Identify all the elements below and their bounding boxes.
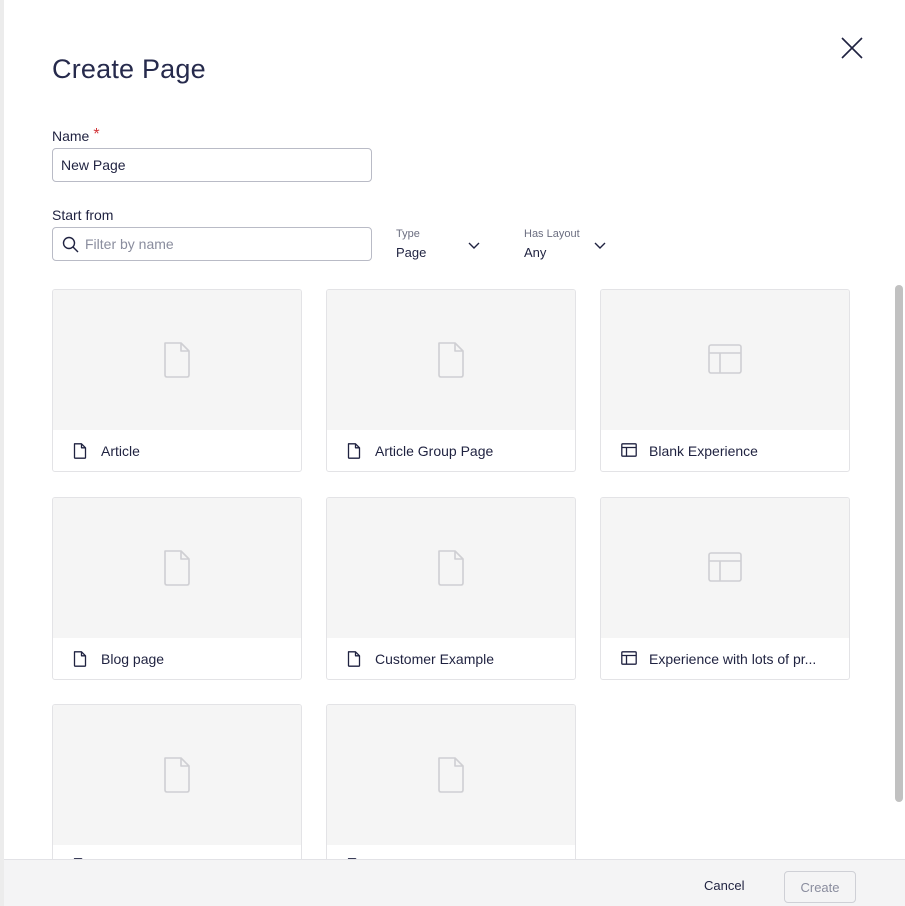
layout-icon bbox=[621, 651, 637, 665]
template-card-experience-with-lots[interactable]: Experience with lots of pr... bbox=[600, 497, 850, 680]
template-card-label: Blog page bbox=[101, 651, 165, 667]
template-card-label: Experience with lots of pr... bbox=[649, 651, 817, 667]
layout-icon bbox=[708, 344, 742, 374]
page-icon bbox=[164, 757, 190, 793]
name-label: Name * bbox=[52, 126, 100, 146]
page-icon bbox=[438, 550, 464, 586]
template-thumbnail bbox=[53, 290, 301, 430]
page-icon bbox=[73, 443, 87, 459]
template-thumbnail bbox=[601, 498, 849, 638]
page-icon bbox=[438, 757, 464, 793]
cancel-button[interactable]: Cancel bbox=[704, 878, 744, 893]
start-from-label: Start from bbox=[52, 207, 114, 223]
page-icon bbox=[73, 651, 87, 667]
chevron-down-icon bbox=[594, 242, 606, 249]
filter-search-input[interactable] bbox=[85, 228, 365, 260]
create-button[interactable]: Create bbox=[784, 871, 856, 903]
type-dropdown-label: Type bbox=[396, 228, 420, 240]
layout-icon bbox=[621, 443, 637, 457]
page-icon bbox=[438, 342, 464, 378]
chevron-down-icon bbox=[468, 242, 480, 249]
layout-icon bbox=[708, 552, 742, 582]
has-layout-dropdown[interactable]: Has Layout Any bbox=[524, 228, 614, 260]
name-input[interactable] bbox=[52, 148, 372, 182]
create-page-dialog: Create Page Name* Start from Type Page H… bbox=[4, 0, 905, 906]
dialog-footer: Cancel Create bbox=[4, 859, 905, 906]
template-thumbnail bbox=[53, 705, 301, 845]
has-layout-dropdown-label: Has Layout bbox=[524, 228, 580, 240]
page-icon bbox=[347, 443, 361, 459]
page-icon bbox=[347, 651, 361, 667]
template-thumbnail bbox=[53, 498, 301, 638]
close-icon bbox=[841, 37, 863, 59]
template-thumbnail bbox=[601, 290, 849, 430]
template-card-label: Article bbox=[101, 443, 140, 459]
filter-search-box[interactable] bbox=[52, 227, 372, 261]
search-icon bbox=[62, 236, 79, 253]
required-marker: * bbox=[93, 126, 100, 143]
template-card-article[interactable]: Article bbox=[52, 289, 302, 472]
template-card-label: Article Group Page bbox=[375, 443, 494, 459]
template-card-label: Blank Experience bbox=[649, 443, 758, 459]
template-card-label: Customer Example bbox=[375, 651, 495, 667]
type-dropdown[interactable]: Type Page bbox=[396, 228, 486, 260]
template-card-article-group-page[interactable]: Article Group Page bbox=[326, 289, 576, 472]
vertical-scrollbar[interactable] bbox=[895, 285, 903, 802]
template-card-customer-example[interactable]: Customer Example bbox=[326, 497, 576, 680]
template-card-blog-page[interactable]: Blog page bbox=[52, 497, 302, 680]
page-icon bbox=[164, 342, 190, 378]
page-icon bbox=[164, 550, 190, 586]
page-title: Create Page bbox=[52, 54, 206, 84]
template-thumbnail bbox=[327, 290, 575, 430]
template-thumbnail bbox=[327, 498, 575, 638]
close-button[interactable] bbox=[840, 36, 864, 60]
template-thumbnail bbox=[327, 705, 575, 845]
template-card-blank-experience[interactable]: Blank Experience bbox=[600, 289, 850, 472]
name-label-text: Name bbox=[52, 128, 90, 144]
